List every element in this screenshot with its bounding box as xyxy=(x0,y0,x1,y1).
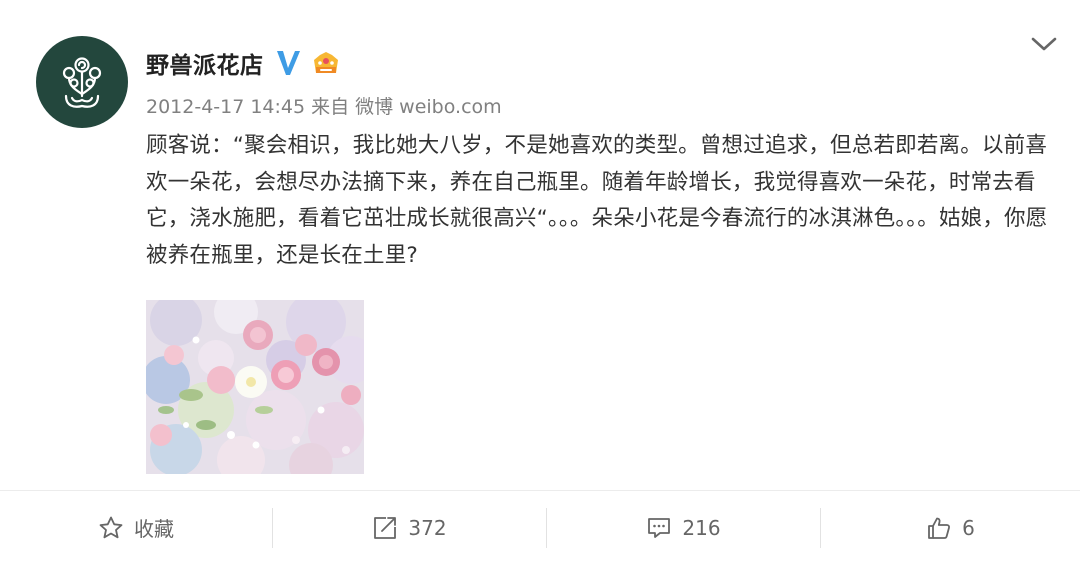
post-source-prefix: 来自 xyxy=(311,96,350,118)
repost-button[interactable]: 372 xyxy=(273,492,546,563)
comment-icon xyxy=(648,517,671,538)
like-button[interactable]: 6 xyxy=(821,492,1080,563)
star-icon xyxy=(99,516,123,538)
post-source[interactable]: 微博 weibo.com xyxy=(355,96,502,118)
post-time: 14:45 xyxy=(250,96,306,118)
like-count: 6 xyxy=(962,515,975,540)
shop-logo-icon xyxy=(62,57,102,108)
crown-badge-icon[interactable] xyxy=(310,49,342,77)
repost-count: 372 xyxy=(408,515,447,540)
flower-photo xyxy=(146,300,364,474)
weibo-post-card: 野兽派花店 2012-4-17 14:45 来自 微博 weibo.com 顾客说：“… xyxy=(0,0,1080,563)
chevron-down-icon[interactable] xyxy=(1030,34,1058,56)
repost-icon xyxy=(374,516,397,539)
verified-v-icon xyxy=(276,51,300,75)
comment-button[interactable]: 216 xyxy=(547,492,820,563)
action-divider xyxy=(0,490,1080,491)
author-row: 野兽派花店 xyxy=(146,44,342,82)
post-date: 2012-4-17 xyxy=(146,96,245,118)
favorite-label: 收藏 xyxy=(134,517,174,541)
action-bar: 收藏 372 216 6 xyxy=(0,492,1080,563)
thumbs-up-icon xyxy=(928,517,951,539)
author-avatar[interactable] xyxy=(36,36,128,128)
comment-count: 216 xyxy=(682,515,721,540)
post-text: 顾客说：“聚会相识，我比她大八岁，不是她喜欢的类型。曾想过追求，但总若即若离。以… xyxy=(146,133,1048,268)
author-name[interactable]: 野兽派花店 xyxy=(146,46,264,80)
post-meta: 2012-4-17 14:45 来自 微博 weibo.com xyxy=(146,92,508,119)
post-image[interactable] xyxy=(146,300,364,474)
favorite-button[interactable]: 收藏 xyxy=(0,492,272,563)
